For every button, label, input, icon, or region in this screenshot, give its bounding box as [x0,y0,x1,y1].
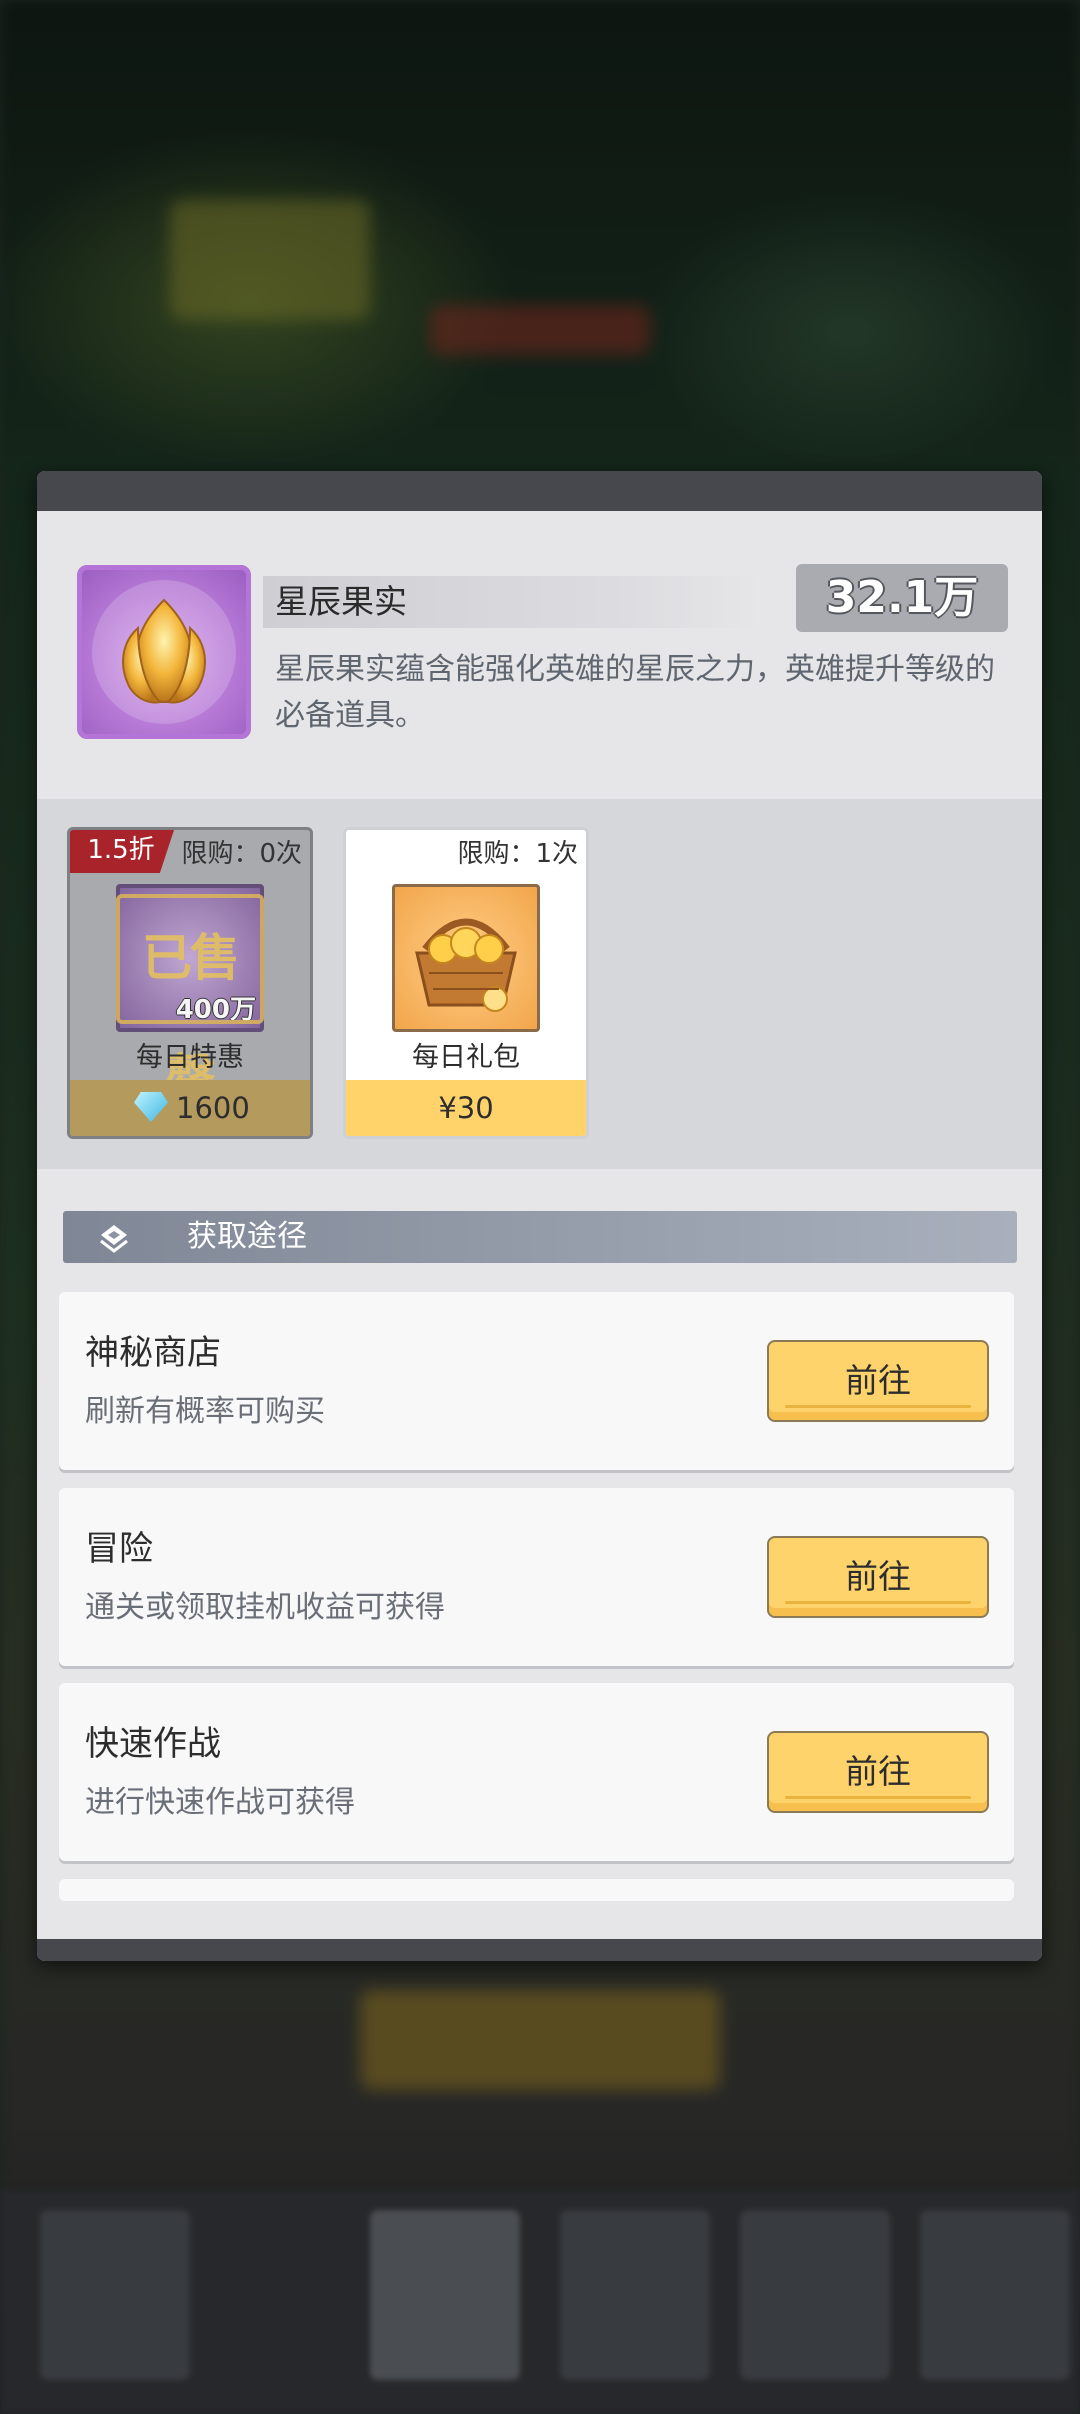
source-description: 刷新有概率可购买 [85,1394,325,1429]
go-button[interactable]: 前往 [767,1536,989,1618]
offer-card-daily-deal[interactable]: 限购：0次 400万 已售罄 1.5折 每日特惠 1600 [67,827,313,1139]
source-item-partial [59,1879,1014,1901]
background-nav-tab [920,2210,1070,2380]
background-nav-tab [560,2210,710,2380]
background-nav-tab [40,2210,190,2380]
item-count-badge: 32.1万 [796,564,1008,632]
offer-limit: 限购：0次 [181,839,302,869]
source-item-quick-battle: 快速作战 进行快速作战可获得 前往 [59,1683,1014,1861]
go-button-label: 前往 [845,1557,911,1596]
offer-price-bar: 1600 [70,1080,310,1136]
item-detail-dialog: 星辰果实 32.1万 星辰果实蕴含能强化英雄的星辰之力，英雄提升等级的必备道具。… [37,471,1042,1961]
background-nav-tab [740,2210,890,2380]
golden-star-fruit-icon [77,565,251,739]
go-button-label: 前往 [845,1361,911,1400]
dialog-top-bar [37,471,1042,511]
source-description: 通关或领取挂机收益可获得 [85,1590,445,1625]
item-name: 星辰果实 [275,582,407,621]
item-count: 32.1万 [825,572,979,623]
offer-name: 每日礼包 [412,1042,520,1073]
acquisition-header: 获取途径 [63,1211,1017,1263]
source-title: 冒险 [85,1529,153,1569]
go-button[interactable]: 前往 [767,1731,989,1813]
go-button-underline [785,1405,971,1408]
fruit-basket-icon [392,884,540,1032]
offer-limit: 限购：1次 [457,839,578,869]
source-item-adventure: 冒险 通关或领取挂机收益可获得 前往 [59,1488,1014,1666]
source-item-mystery-shop: 神秘商店 刷新有概率可购买 前往 [59,1292,1014,1470]
go-button-label: 前往 [845,1752,911,1791]
discount-tag: 1.5折 [70,830,175,873]
go-button-underline [785,1796,971,1799]
source-title: 快速作战 [85,1724,221,1764]
offer-name: 每日特惠 [136,1042,244,1073]
source-description: 进行快速作战可获得 [85,1785,355,1820]
offer-card-daily-gift[interactable]: 限购：1次 每日礼包 ¥30 [343,827,589,1139]
go-button-underline [785,1601,971,1604]
source-title: 神秘商店 [85,1333,221,1373]
go-button[interactable]: 前往 [767,1340,989,1422]
acquisition-title: 获取途径 [187,1219,307,1254]
background-bottom-nav [0,2190,1080,2414]
dialog-bottom-bar [37,1939,1042,1961]
offer-price: 1600 [176,1091,250,1125]
offer-price-bar: ¥30 [346,1080,586,1136]
item-description: 星辰果实蕴含能强化英雄的星辰之力，英雄提升等级的必备道具。 [275,652,995,733]
background-nav-tab [370,2210,520,2380]
offer-price: ¥30 [438,1091,494,1125]
diamond-layers-icon [100,1225,128,1253]
diamond-icon [134,1092,168,1122]
sold-out-stamp: 已售罄 [116,894,264,1107]
